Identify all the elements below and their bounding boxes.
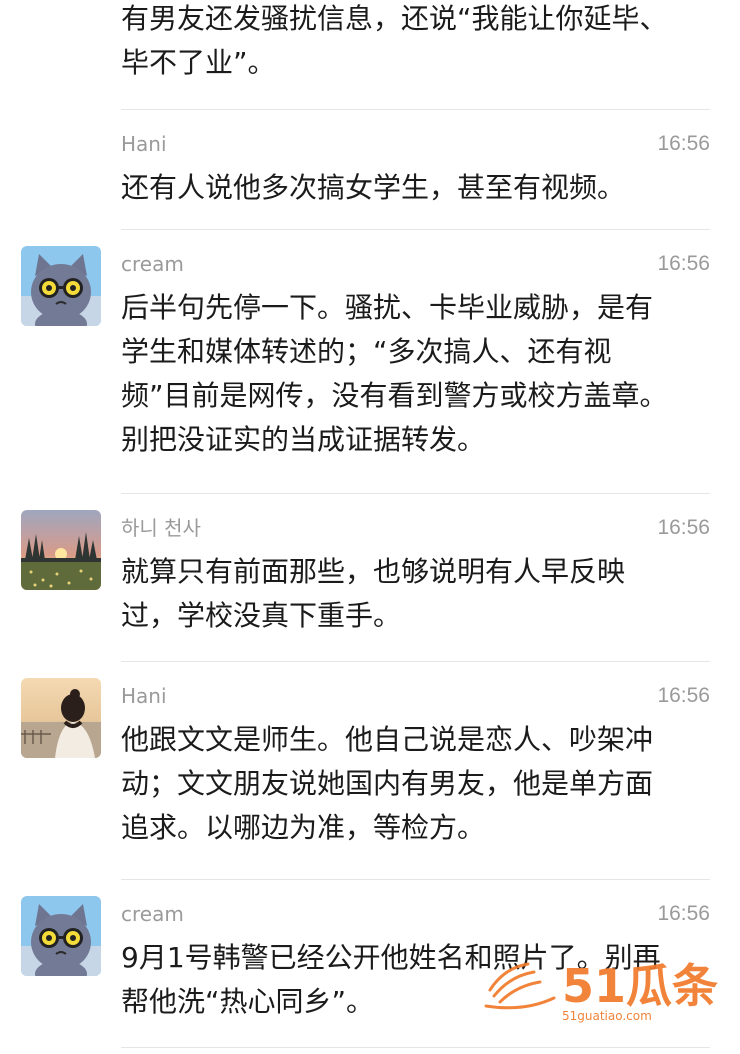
divider	[121, 879, 710, 880]
author-name: cream	[121, 252, 184, 276]
author-name: Hani	[121, 684, 167, 708]
watermark-logo: 51瓜条 51guatiao.com	[484, 946, 720, 1026]
divider	[121, 109, 710, 110]
timestamp: 16:56	[657, 252, 710, 275]
avatar-girl-icon[interactable]	[21, 678, 101, 758]
message-text: 他跟文文是师生。他自己说是恋人、吵架冲 动；文文朋友说她国内有男友，他是单方面 …	[121, 723, 654, 844]
author-name: 하니 천사	[121, 516, 201, 540]
divider	[121, 1047, 710, 1048]
timestamp: 16:56	[657, 132, 710, 155]
divider	[121, 661, 710, 662]
message-text: 有男友还发骚扰信息，还说“我能让你延毕、 毕不了业”。	[121, 2, 668, 79]
avatar-sunset-icon[interactable]	[21, 510, 101, 590]
author-name: cream	[121, 902, 184, 926]
message-text: 还有人说他多次搞女学生，甚至有视频。	[121, 171, 626, 204]
watermark-url: 51guatiao.com	[562, 1009, 652, 1023]
avatar-cat-icon[interactable]	[21, 896, 101, 976]
divider	[121, 229, 710, 230]
timestamp: 16:56	[657, 902, 710, 925]
message-text: 就算只有前面那些，也够说明有人早反映 过，学校没真下重手。	[121, 555, 626, 632]
divider	[121, 493, 710, 494]
avatar-cat-icon[interactable]	[21, 246, 101, 326]
author-name: Hani	[121, 132, 167, 156]
timestamp: 16:56	[657, 516, 710, 539]
timestamp: 16:56	[657, 684, 710, 707]
message-text: 后半句先停一下。骚扰、卡毕业威胁，是有 学生和媒体转述的；“多次搞人、还有视 频…	[121, 291, 668, 456]
watermark-text: 51瓜条	[562, 959, 718, 1013]
